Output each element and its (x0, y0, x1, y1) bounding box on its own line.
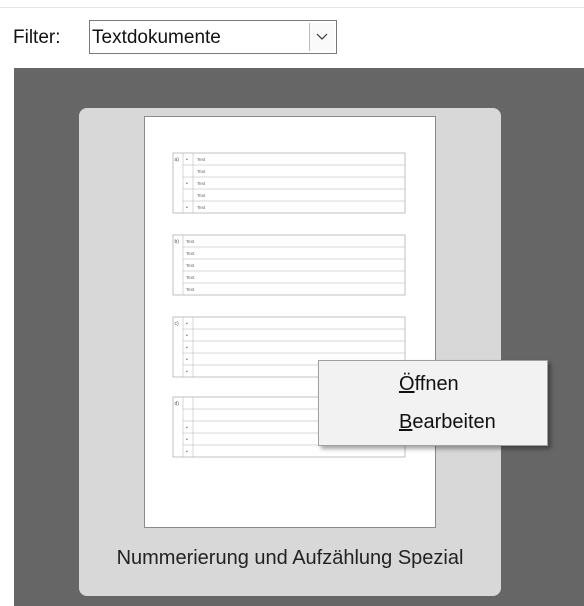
preview-bullet: • (186, 157, 188, 163)
preview-table (172, 152, 406, 214)
template-caption: Nummerierung und Aufzählung Spezial (116, 547, 464, 569)
menu-item-edit[interactable]: Bearbeiten (399, 411, 496, 434)
preview-cell-text: Text (186, 275, 195, 280)
preview-bullet: • (186, 321, 188, 327)
top-divider (0, 7, 584, 8)
template-tile[interactable]: a) • Text Text • Text Text • Text b) Text Text Text T… (79, 108, 501, 596)
context-menu: Öffnen Bearbeiten (318, 360, 548, 446)
preview-bullet: • (186, 345, 188, 351)
preview-bullet: • (186, 181, 188, 187)
menu-item-open-mnemonic: Ö (399, 373, 415, 395)
preview-bullet: • (186, 449, 188, 455)
filter-selected-value: Textdokumente (92, 27, 221, 48)
preview-section-marker: c) (175, 321, 180, 327)
menu-item-edit-mnemonic: B (399, 411, 413, 433)
preview-bullet: • (186, 357, 188, 363)
preview-table (172, 234, 406, 296)
thumbnail-preview: a) • Text Text • Text Text • Text b) Text Text Text T… (172, 152, 406, 458)
preview-cell-text: Text (186, 263, 195, 268)
preview-bullet: • (186, 205, 188, 211)
preview-cell-text: Text (186, 287, 195, 292)
filter-label: Filter: (13, 27, 61, 48)
preview-bullet: • (186, 425, 188, 431)
preview-cell-text: Text (197, 205, 206, 210)
template-viewer[interactable]: a) • Text Text • Text Text • Text b) Text Text Text T… (14, 68, 584, 606)
preview-cell-text: Text (186, 251, 195, 256)
preview-bullet: • (186, 369, 188, 375)
preview-section-marker: d) (175, 401, 180, 407)
menu-item-open[interactable]: Öffnen (399, 373, 459, 396)
preview-section-marker: a) (175, 157, 180, 163)
preview-cell-text: Text (197, 157, 206, 162)
dropdown-button[interactable] (309, 23, 334, 51)
preview-bullet: • (186, 333, 188, 339)
chevron-down-icon (316, 33, 328, 40)
preview-bullet: • (186, 437, 188, 443)
preview-cell-text: Text (186, 239, 195, 244)
preview-cell-text: Text (197, 193, 206, 198)
menu-item-edit-label: earbeiten (412, 411, 496, 433)
menu-item-open-label: ffnen (414, 373, 459, 395)
template-thumbnail: a) • Text Text • Text Text • Text b) Text Text Text T… (144, 116, 436, 528)
preview-section-marker: b) (175, 239, 180, 245)
preview-cell-text: Text (197, 169, 206, 174)
filter-select[interactable]: Textdokumente (89, 20, 337, 54)
preview-cell-text: Text (197, 181, 206, 186)
